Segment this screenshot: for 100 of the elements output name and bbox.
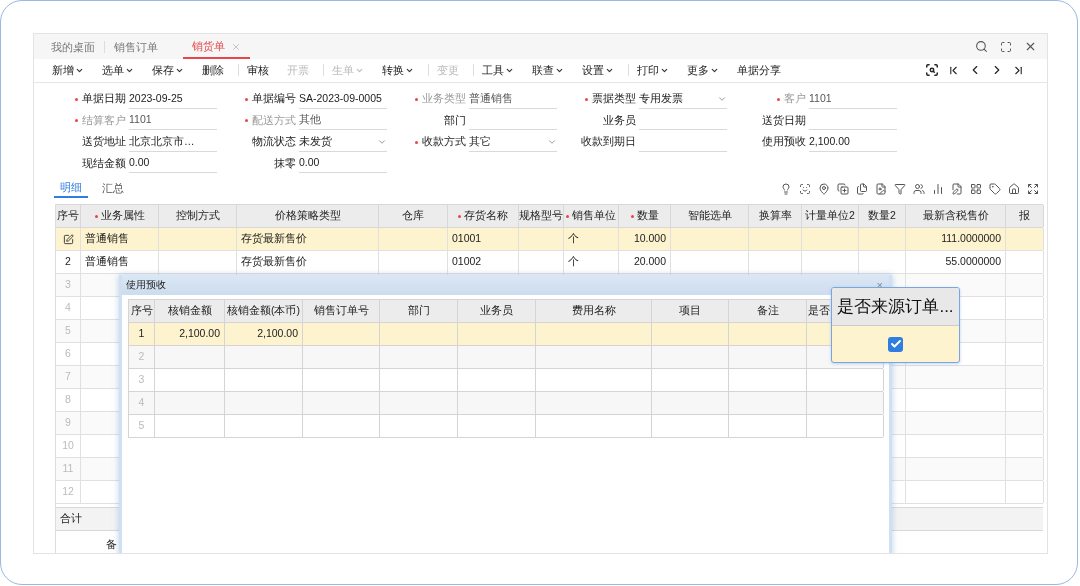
table-cell-text: 10.000 [633,231,666,247]
input-field[interactable]: 0.00 [129,154,217,174]
field-label: 业务员 [603,113,636,128]
file-image-icon[interactable] [875,183,887,196]
toolbar-button[interactable]: 审核 [241,62,275,79]
table-cell-text: 存货最新售价 [241,254,307,270]
field-label: 票据类型 [585,91,636,108]
tag-icon[interactable] [989,183,1001,196]
scan-search-icon[interactable] [925,63,939,78]
select-field[interactable]: 未发货 [299,132,387,152]
filter-icon[interactable] [894,183,906,196]
row-number: 4 [138,395,145,411]
column-header: 最新含税售价 [906,205,1006,228]
grid-icon[interactable] [970,183,982,196]
document-tab[interactable]: 我的桌面 [42,36,104,59]
row-number: 10 [62,438,74,454]
column-header: 智能选单 [671,205,749,228]
toolbar-button[interactable]: 新增 [46,62,90,79]
table-cell: 2,100.00 [257,326,298,342]
input-field[interactable]: 2,100.00 [809,132,897,152]
column-header: 换算率 [749,205,802,228]
table-cell-text: 普通销售 [85,231,129,247]
select-field[interactable]: 专用发票 [639,89,727,109]
row-number: 5 [65,323,71,339]
table-cell-text: 个 [568,231,579,247]
input-field[interactable]: 0.00 [299,154,387,174]
field-label: 使用预收 [762,134,806,150]
toolbar-button[interactable]: 更多 [681,62,725,79]
toolbar-button[interactable]: 转换 [376,62,420,79]
toolbar-button[interactable]: 保存 [146,62,190,79]
home-icon[interactable] [1008,183,1020,196]
input-field[interactable]: 其他 [299,111,387,131]
toolbar-button[interactable]: 单据分享 [731,62,787,79]
lightbulb-icon[interactable] [780,183,792,196]
field-label: 送货地址 [82,134,126,150]
field-label: 客户 [777,91,806,108]
check-icon [889,338,902,350]
users-icon[interactable] [913,183,925,196]
fullscreen-icon[interactable] [1027,183,1039,196]
row-number: 4 [65,300,71,316]
row-number: 3 [65,277,71,293]
input-field[interactable]: 1101 [809,89,897,109]
copy-plus-icon[interactable] [837,183,849,196]
toolbar-button[interactable]: 联查 [526,62,570,79]
column-header: 费用名称 [536,300,652,322]
search-icon[interactable] [975,40,988,53]
row-number: 1 [138,326,145,342]
file-edit-icon[interactable] [951,183,963,196]
row-number: 5 [138,418,145,434]
toolbar-button[interactable]: 选单 [96,62,140,79]
column-header: 核销金额(本币) [225,300,303,322]
column-header: 项目 [652,300,729,322]
column-header: 核销金额 [155,300,225,322]
table-cell-text: 111.0000000 [941,231,1001,247]
edit-row-icon[interactable] [62,233,74,245]
field-label: 结算客户 [75,113,126,129]
select-field[interactable]: 其它 [469,132,557,152]
table-cell-text: 普通销售 [85,254,129,270]
close-icon[interactable] [1024,40,1037,53]
table-cell-text: 个 [568,254,579,270]
input-field[interactable]: 2023-09-25 [129,89,217,109]
checkbox[interactable] [888,336,903,352]
toolbar-button[interactable]: 删除 [196,62,230,79]
column-header: 价格策略类型 [237,205,379,228]
column-header: 销售单位 [564,205,619,228]
field-label: 单据日期 [75,91,126,108]
maximize-icon[interactable] [1000,40,1012,53]
field-label: 物流状态 [252,134,296,150]
field-label: 单据编号 [245,91,296,108]
remark-label: 备 [106,538,117,551]
column-header: 数量2 [859,205,906,228]
table-cell-text: 01002 [452,254,482,270]
files-icon[interactable] [856,183,868,196]
toolbar-button[interactable]: 工具 [476,62,520,79]
document-tab[interactable]: 销货单 [183,36,250,59]
field-label: 抹零 [274,156,296,171]
input-field[interactable]: SA-2023-09-0005 [299,89,387,109]
field-label: 收款方式 [415,134,466,151]
input-field[interactable]: 北京北京市… [129,132,217,152]
input-field[interactable]: 普通销售 [469,89,557,109]
column-header: 计量单位2 [802,205,859,228]
table-cell-text: 20.000 [633,254,666,270]
input-field[interactable]: 1101 [129,111,217,131]
column-header: 序号 [56,205,81,228]
detail-tab[interactable]: 明细 [54,178,88,199]
toolbar-button[interactable]: 设置 [576,62,620,79]
toolbar-button[interactable]: 打印 [631,62,675,79]
detail-tab[interactable]: 汇总 [96,178,130,199]
column-header: 序号 [129,300,155,322]
table-cell-text: 55.0000000 [945,254,1001,270]
bar-chart-icon[interactable] [932,183,944,196]
row-number: 2 [65,254,71,270]
row-number: 3 [138,372,145,388]
document-tab[interactable]: 销售订单 [105,36,167,59]
column-header: 报 [1006,205,1044,228]
scan-face-icon[interactable] [799,183,811,196]
map-pin-icon[interactable] [818,183,830,196]
column-header: 业务属性 [81,205,159,228]
column-header: 部门 [380,300,458,322]
table-cell-text: 01001 [452,231,482,247]
